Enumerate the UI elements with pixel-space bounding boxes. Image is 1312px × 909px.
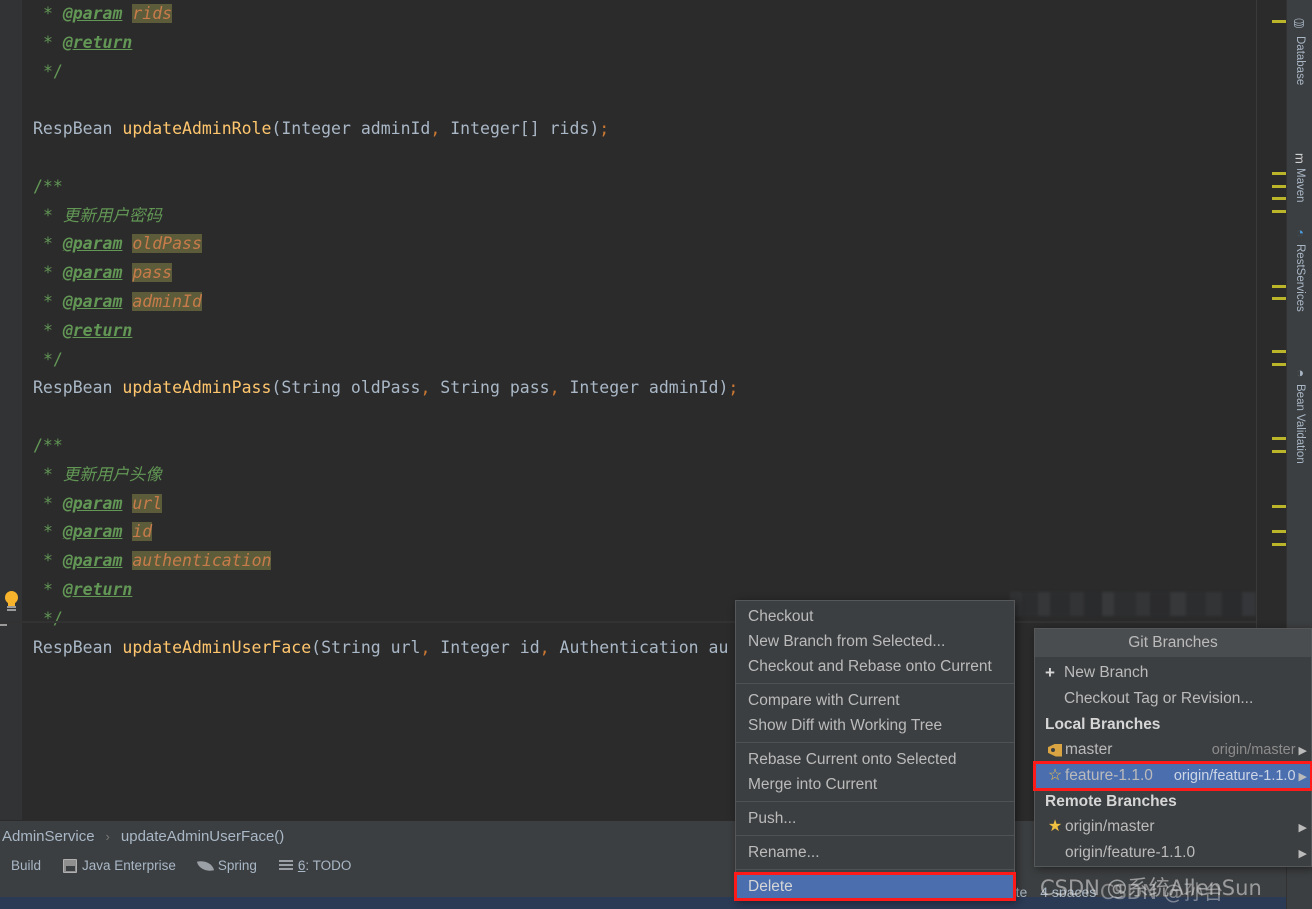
menu-separator [736, 683, 1014, 684]
chevron-right-icon[interactable]: ▶ [1299, 770, 1307, 783]
code-line: * @param adminId [42, 291, 202, 311]
code-line: /** [33, 176, 63, 196]
code-line: */ [42, 61, 63, 81]
menu-item-rebase-current-onto-selected[interactable]: Rebase Current onto Selected [736, 747, 1014, 772]
todo-list-icon [278, 860, 293, 871]
database-icon: ⛁ [1292, 17, 1308, 32]
tool-strip-label: Database [1294, 36, 1306, 86]
menu-separator [736, 742, 1014, 743]
menu-item-checkout-and-rebase-onto-current[interactable]: Checkout and Rebase onto Current [736, 654, 1014, 679]
star-hollow-icon: ☆ [1047, 767, 1063, 784]
code-line: * @param pass [42, 263, 173, 283]
ide-window: * @param rids * @return */ RespBean upda… [0, 0, 1312, 909]
caret [0, 624, 7, 626]
plus-icon: + [1045, 663, 1055, 682]
menu-item-checkout[interactable]: Checkout [736, 604, 1014, 629]
tool-window-java-enterprise[interactable]: Java Enterprise [52, 852, 187, 879]
tool-strip-database[interactable]: ⛁ Database [1287, 14, 1312, 85]
tool-window-todo[interactable]: 6: TODO [268, 852, 363, 879]
git-branches-title: Git Branches [1035, 629, 1311, 657]
tag-icon [1048, 743, 1062, 757]
new-branch-item[interactable]: + New Branch [1035, 660, 1311, 686]
bottom-accent-strip [0, 897, 1286, 909]
branch-name: master [1065, 741, 1113, 758]
menu-item-push[interactable]: Push... [736, 806, 1014, 831]
menu-item-rename[interactable]: Rename... [736, 840, 1014, 865]
tool-strip-label: RestServices [1294, 244, 1306, 312]
git-branches-popup[interactable]: Git Branches + New Branch Checkout Tag or … [1033, 628, 1312, 867]
menu-separator [736, 835, 1014, 836]
branch-tracking-label: origin/master [1211, 742, 1296, 758]
branch-row-master[interactable]: master origin/master ▶ [1035, 737, 1311, 763]
branch-row-feature-1.1.0[interactable]: ☆ feature-1.1.0 origin/feature-1.1.0 ▶ [1033, 761, 1312, 791]
star-solid-icon: ★ [1047, 818, 1063, 835]
menu-item-delete[interactable]: Delete [734, 872, 1016, 901]
rest-services-icon: ◔ [1292, 225, 1308, 240]
todo-label: 6: TODO [297, 858, 352, 873]
build-label: Build [11, 858, 42, 873]
tool-window-spring[interactable]: Spring [187, 852, 268, 879]
menu-item-show-diff-with-working-tree[interactable]: Show Diff with Working Tree [736, 713, 1014, 738]
java-enterprise-label: Java Enterprise [82, 858, 176, 873]
tool-strip-label: Maven [1294, 167, 1306, 203]
code-line: RespBean updateAdminRole(Integer adminId… [33, 119, 610, 139]
local-branches-header: Local Branches [1045, 716, 1161, 733]
code-line: * @param authentication [42, 551, 272, 571]
branch-context-menu[interactable]: Checkout New Branch from Selected... Check… [734, 600, 1016, 901]
branch-row-origin-feature-1.1.0[interactable]: origin/feature-1.1.0 ▶ [1035, 840, 1311, 866]
tool-strip-label: Bean Validation [1294, 384, 1306, 464]
code-line: * @param rids [42, 4, 173, 23]
menu-item-new-branch-from-selected[interactable]: New Branch from Selected... [736, 629, 1014, 654]
code-line: * @param oldPass [42, 234, 202, 254]
spring-label: Spring [217, 858, 257, 873]
chevron-right-icon[interactable]: ▶ [1299, 847, 1307, 860]
chevron-right-icon[interactable]: ▶ [1299, 744, 1307, 757]
menu-item-merge-into-current[interactable]: Merge into Current [736, 772, 1014, 797]
code-line: RespBean updateAdminPass(String oldPass,… [33, 378, 739, 398]
code-line: * 更新用户密码 [42, 205, 162, 225]
branch-row-origin-master[interactable]: ★ origin/master ▶ [1035, 814, 1311, 840]
tool-strip-restservices[interactable]: ◔ RestServices [1287, 222, 1312, 312]
code-line: * @return [42, 320, 133, 340]
intention-bulb-icon[interactable] [3, 591, 20, 613]
tool-strip-bean-validation[interactable]: ◑ Bean Validation [1287, 362, 1312, 464]
chevron-right-icon[interactable]: ▶ [1299, 821, 1307, 834]
code-line: * 更新用户头像 [42, 464, 162, 484]
branch-icon-wrapper [1045, 743, 1065, 757]
code-text[interactable]: * @param rids * @return */ RespBean upda… [0, 0, 1256, 662]
maven-icon: m [1292, 153, 1308, 164]
tool-window-build[interactable]: Build [0, 852, 52, 879]
caret-line [0, 621, 1256, 623]
checkout-tag-or-revision-item[interactable]: Checkout Tag or Revision... [1035, 686, 1311, 712]
java-enterprise-icon [63, 858, 78, 873]
spring-leaf-icon [196, 858, 214, 873]
code-line: /** [33, 435, 63, 455]
menu-separator [736, 869, 1014, 870]
menu-separator [736, 801, 1014, 802]
tool-strip-maven[interactable]: m Maven [1287, 150, 1312, 202]
branch-name: origin/master [1065, 818, 1155, 835]
remote-branches-header: Remote Branches [1045, 793, 1177, 810]
code-line: * @return [42, 32, 133, 52]
breadcrumb-class[interactable]: AdminService [2, 828, 95, 845]
menu-item-compare-with-current[interactable]: Compare with Current [736, 688, 1014, 713]
bean-validation-icon: ◑ [1292, 365, 1308, 380]
branch-tracking-label: origin/feature-1.1.0 [1173, 768, 1296, 784]
new-branch-label: New Branch [1064, 664, 1149, 681]
branch-name: feature-1.1.0 [1065, 767, 1153, 784]
code-line: * @param url [42, 493, 163, 513]
breadcrumb-separator-icon: › [105, 829, 110, 844]
code-line: * @param id [42, 522, 153, 542]
code-line: */ [42, 349, 63, 369]
blurred-code-region [1010, 592, 1256, 616]
branch-name: origin/feature-1.1.0 [1065, 844, 1196, 861]
breadcrumb-method[interactable]: updateAdminUserFace() [121, 828, 284, 845]
